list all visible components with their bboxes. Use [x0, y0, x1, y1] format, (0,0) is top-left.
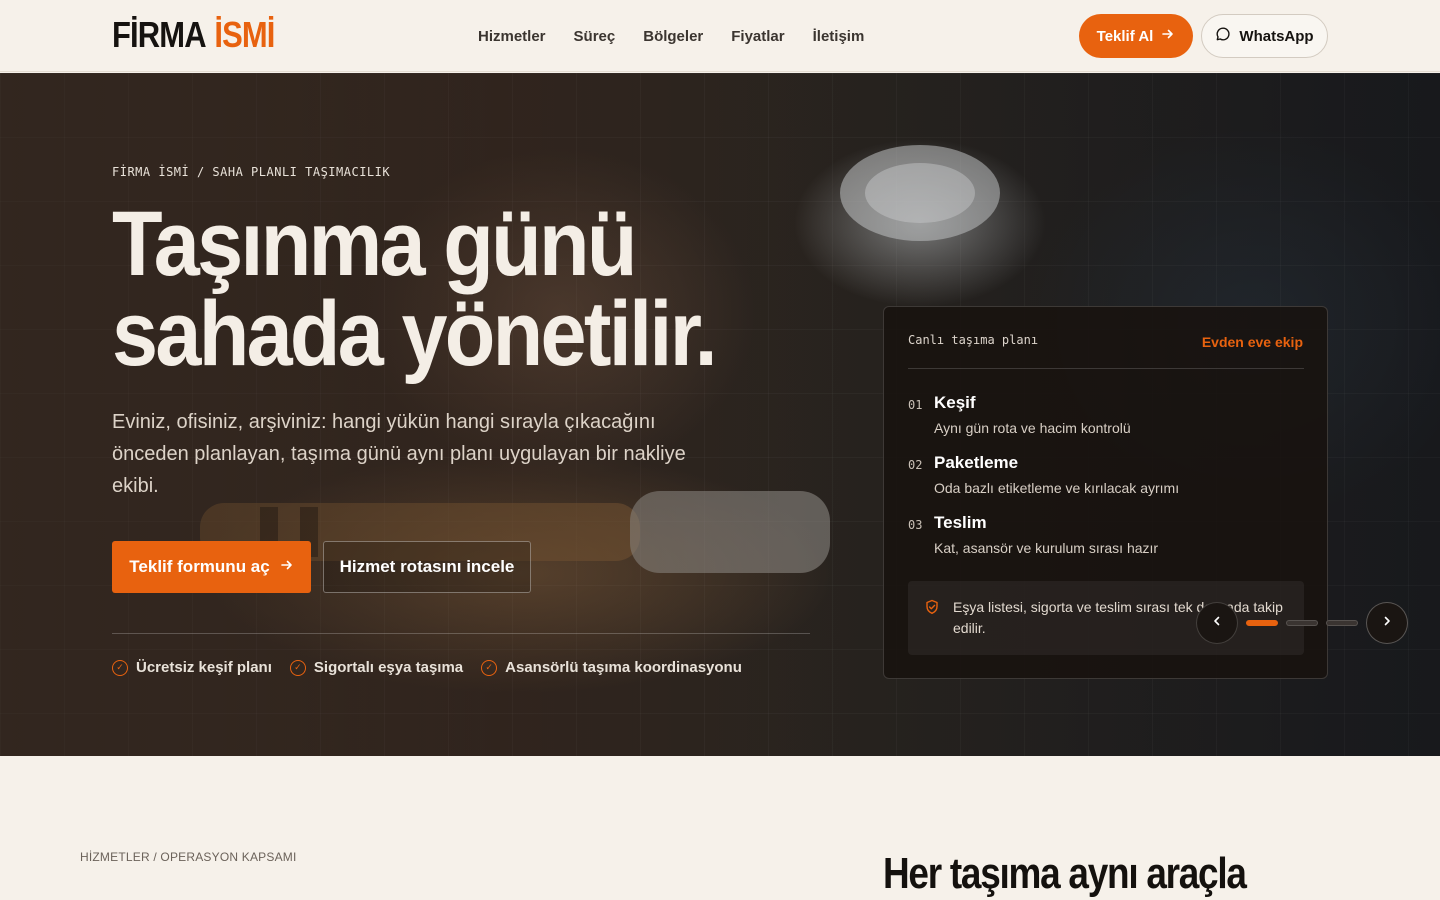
feature-item: ✓ Asansörlü taşıma koordinasyonu [481, 659, 742, 676]
logo-text-primary: FİRMA [112, 14, 207, 55]
feature-label: Ücretsiz keşif planı [136, 659, 272, 676]
check-circle-icon: ✓ [112, 659, 128, 676]
carousel-dot[interactable] [1286, 620, 1318, 626]
plan-step-number: 03 [908, 518, 923, 532]
nav-link-fiyatlar[interactable]: Fiyatlar [731, 27, 784, 47]
feature-item: ✓ Ücretsiz keşif planı [112, 659, 272, 676]
hero-title-dot: . [694, 283, 718, 385]
hero-title-line2: sahada yönetilir [112, 283, 697, 385]
nav-link-bolgeler[interactable]: Bölgeler [643, 27, 703, 47]
get-quote-label: Teklif Al [1096, 27, 1154, 45]
whatsapp-button[interactable]: WhatsApp [1201, 14, 1328, 58]
services-section-label: HİZMETLER / OPERASYON KAPSAMI [80, 850, 297, 864]
plan-step-number: 02 [908, 458, 923, 472]
main-nav: Hizmetler Süreç Bölgeler Fiyatlar İletiş… [478, 27, 864, 47]
view-service-route-label: Hizmet rotasını incele [339, 557, 515, 576]
plan-step-title: Paketleme [934, 453, 1019, 472]
hero-breadcrumb: FİRMA İSMİ / SAHA PLANLI TAŞIMACILIK [112, 165, 391, 179]
shield-check-icon [924, 599, 940, 615]
chevron-right-icon [1381, 614, 1393, 632]
site-header: FİRMA İSMİ Hizmetler Süreç Bölgeler Fiyat… [0, 0, 1440, 72]
plan-card-divider [908, 368, 1304, 369]
view-service-route-button[interactable]: Hizmet rotasını incele [323, 541, 531, 593]
open-quote-form-label: Teklif formunu aç [129, 557, 270, 576]
plan-step-title: Keşif [934, 393, 976, 412]
carousel-next-button[interactable] [1366, 602, 1408, 644]
feature-label: Asansörlü taşıma koordinasyonu [505, 659, 742, 676]
feature-label: Sigortalı eşya taşıma [313, 659, 464, 676]
arrow-right-icon [1161, 27, 1175, 45]
nav-link-hizmetler[interactable]: Hizmetler [478, 27, 546, 47]
hero-title: Taşınma günü sahada yönetilir. [112, 198, 724, 380]
hero-title-line1: Taşınma günü [112, 193, 637, 295]
check-circle-icon: ✓ [289, 659, 306, 676]
chat-bubble-icon [1215, 26, 1231, 46]
plan-step-desc: Oda bazlı etiketleme ve kırılacak ayrımı [934, 480, 1180, 496]
whatsapp-label: WhatsApp [1239, 27, 1314, 45]
nav-link-iletisim[interactable]: İletişim [813, 27, 865, 47]
hero-lead: Eviniz, ofisiniz, arşiviniz: hangi yükün… [112, 411, 686, 497]
hero-section: FİRMA İSMİ / SAHA PLANLI TAŞIMACILIK Taş… [0, 73, 1440, 756]
chevron-left-icon [1211, 614, 1223, 632]
services-section-title: Her taşıma aynı araçla [883, 849, 1247, 898]
hero-divider [112, 633, 810, 634]
plan-card-note: Eşya listesi, sigorta ve teslim sırası t… [908, 581, 1304, 655]
hero-features: ✓ Ücretsiz keşif planı ✓ Sigortalı eşya … [112, 659, 742, 676]
plan-card-title: Canlı taşıma planı [908, 333, 1039, 347]
plan-step-desc: Aynı gün rota ve hacim kontrolü [934, 420, 1131, 436]
carousel-indicators [1246, 620, 1358, 626]
brand-logo[interactable]: FİRMA İSMİ [112, 15, 275, 55]
carousel-dot[interactable] [1326, 620, 1358, 626]
carousel-dot-active[interactable] [1246, 620, 1278, 626]
logo-text-accent: İSMİ [214, 14, 275, 55]
plan-step-title: Teslim [934, 513, 987, 532]
arrow-right-icon [280, 557, 294, 577]
nav-link-surec[interactable]: Süreç [574, 27, 616, 47]
open-quote-form-button[interactable]: Teklif formunu aç [112, 541, 311, 593]
feature-item: ✓ Sigortalı eşya taşıma [289, 659, 464, 676]
carousel-prev-button[interactable] [1196, 602, 1238, 644]
plan-card-tag: Evden eve ekip [1201, 334, 1303, 350]
check-circle-icon: ✓ [481, 659, 498, 676]
plan-step-number: 01 [908, 398, 923, 412]
get-quote-button[interactable]: Teklif Al [1079, 14, 1193, 58]
plan-step-desc: Kat, asansör ve kurulum sırası hazır [934, 540, 1159, 556]
